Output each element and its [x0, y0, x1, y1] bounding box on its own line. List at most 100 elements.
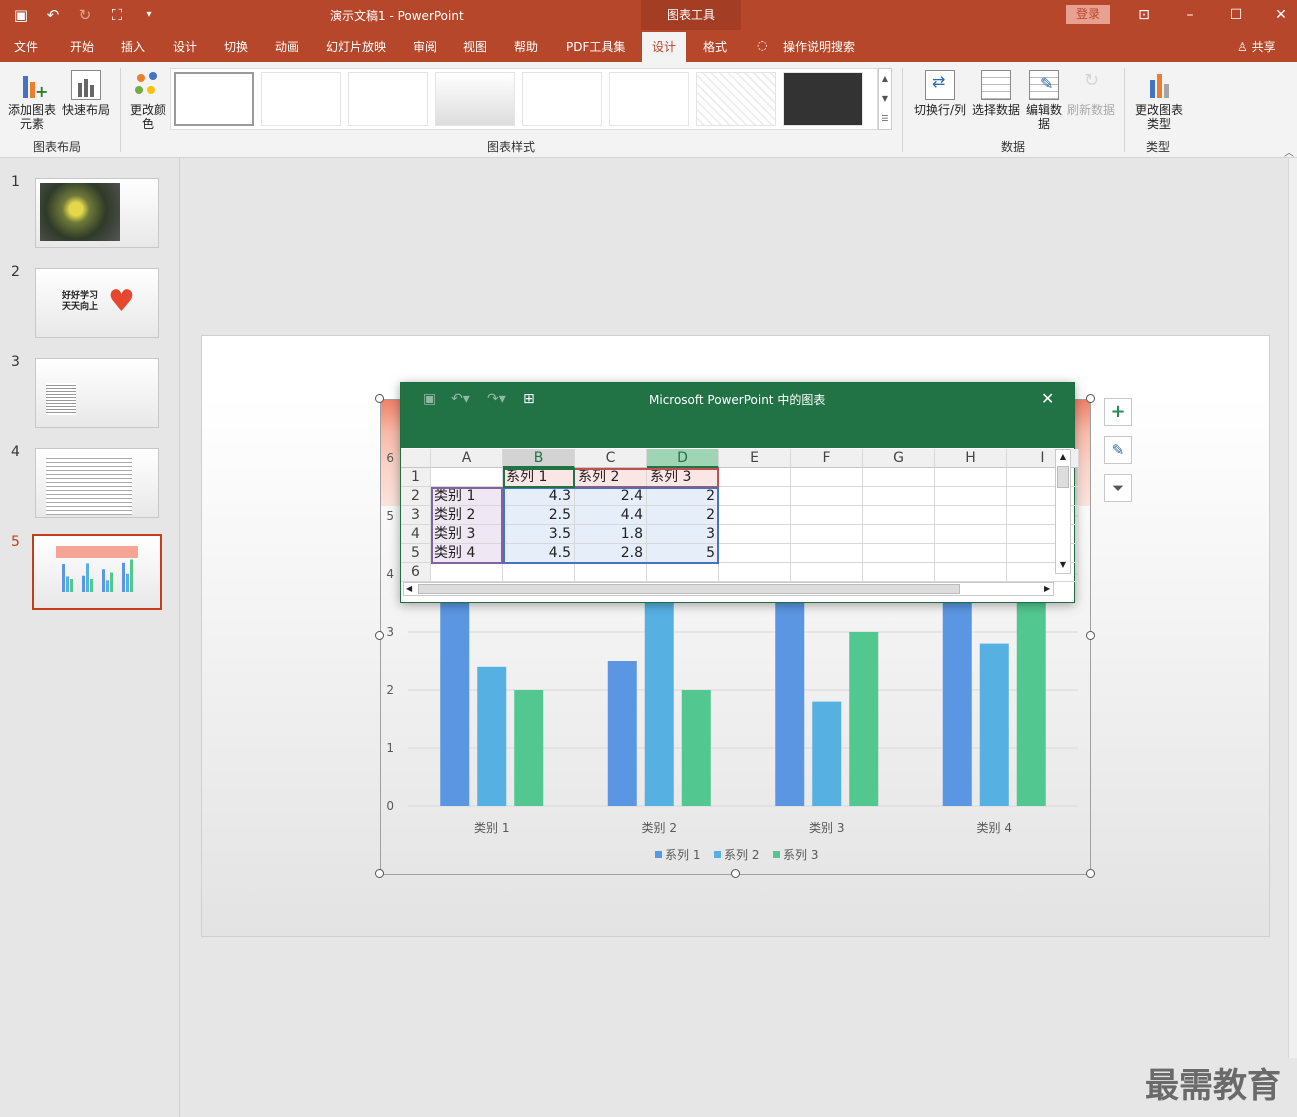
- canvas-vertical-scrollbar[interactable]: [1288, 158, 1297, 1058]
- resize-handle[interactable]: [375, 869, 384, 878]
- slide-thumbnail-2[interactable]: 好好学习 天天向上 ♥: [35, 268, 159, 338]
- grid-cell[interactable]: 3: [647, 525, 719, 544]
- grid-cell[interactable]: 4.4: [575, 506, 647, 525]
- column-header[interactable]: B: [503, 449, 575, 468]
- grid-cell[interactable]: [791, 487, 863, 506]
- add-chart-element-button[interactable]: + 添加图表元素: [6, 70, 58, 131]
- grid-cell[interactable]: [935, 525, 1007, 544]
- sheet-undo-icon[interactable]: ↶▾: [451, 391, 470, 407]
- slide-thumbnail-4[interactable]: [35, 448, 159, 518]
- grid-cell[interactable]: 2.8: [575, 544, 647, 563]
- tab-slideshow[interactable]: 幻灯片放映: [326, 38, 386, 55]
- change-chart-type-button[interactable]: 更改图表类型: [1132, 70, 1186, 131]
- grid-cell[interactable]: [863, 487, 935, 506]
- chart-style-6[interactable]: [609, 72, 689, 126]
- grid-cell[interactable]: [863, 525, 935, 544]
- grid-cell[interactable]: [863, 563, 935, 582]
- grid-cell[interactable]: [431, 563, 503, 582]
- grid-cell[interactable]: 类别 1: [431, 487, 503, 506]
- tab-transitions[interactable]: 切换: [224, 38, 248, 55]
- gallery-down-icon[interactable]: ▼: [879, 89, 891, 109]
- grid-cell[interactable]: 4.5: [503, 544, 575, 563]
- grid-cell[interactable]: [863, 468, 935, 487]
- grid-cell[interactable]: [719, 525, 791, 544]
- chart-elements-plus-icon[interactable]: +: [1104, 398, 1132, 426]
- tab-insert[interactable]: 插入: [121, 38, 145, 55]
- grid-cell[interactable]: [863, 506, 935, 525]
- row-header[interactable]: 4: [401, 525, 431, 544]
- slide-thumbnail-3[interactable]: [35, 358, 159, 428]
- grid-cell[interactable]: [935, 468, 1007, 487]
- redo-icon[interactable]: ↻: [74, 4, 96, 26]
- tab-pdf-tools[interactable]: PDF工具集: [566, 38, 625, 55]
- grid-cell[interactable]: [935, 544, 1007, 563]
- tab-help[interactable]: 帮助: [514, 38, 538, 55]
- chart-style-5[interactable]: [522, 72, 602, 126]
- chart-style-8[interactable]: [783, 72, 863, 126]
- select-data-button[interactable]: 选择数据: [970, 70, 1022, 117]
- change-colors-button[interactable]: 更改颜色: [126, 70, 170, 131]
- row-header[interactable]: 5: [401, 544, 431, 563]
- resize-handle[interactable]: [1086, 869, 1095, 878]
- grid-cell[interactable]: 3.5: [503, 525, 575, 544]
- resize-handle[interactable]: [375, 394, 384, 403]
- grid-cell[interactable]: [503, 563, 575, 582]
- tell-me-search[interactable]: 操作说明搜索: [783, 38, 855, 55]
- grid-cell[interactable]: 类别 3: [431, 525, 503, 544]
- tab-animations[interactable]: 动画: [275, 38, 299, 55]
- gallery-scroll[interactable]: ▲ ▼ ☰: [878, 68, 892, 130]
- resize-handle[interactable]: [1086, 394, 1095, 403]
- chart-style-2[interactable]: [261, 72, 341, 126]
- tab-home[interactable]: 开始: [70, 38, 94, 55]
- grid-cell[interactable]: [935, 487, 1007, 506]
- grid-cell[interactable]: [791, 506, 863, 525]
- tab-chart-format[interactable]: 格式: [703, 38, 727, 55]
- refresh-data-button[interactable]: ↻ 刷新数据: [1064, 70, 1118, 118]
- tab-file[interactable]: 文件: [14, 38, 38, 55]
- select-all-corner[interactable]: [401, 449, 431, 468]
- scroll-thumb[interactable]: [1057, 466, 1069, 488]
- collapse-ribbon-icon[interactable]: ︿: [1284, 144, 1294, 159]
- sheet-close-icon[interactable]: ✕: [1041, 389, 1054, 408]
- grid-cell[interactable]: [719, 487, 791, 506]
- grid-cell[interactable]: [431, 468, 503, 487]
- share-button[interactable]: ♙ 共享: [1237, 38, 1276, 55]
- grid-cell[interactable]: [935, 563, 1007, 582]
- grid-cell[interactable]: 类别 2: [431, 506, 503, 525]
- grid-cell[interactable]: 系列 1: [503, 468, 575, 487]
- tab-chart-design[interactable]: 设计: [642, 32, 687, 62]
- row-header[interactable]: 2: [401, 487, 431, 506]
- column-header[interactable]: C: [575, 449, 647, 468]
- gallery-more-icon[interactable]: ☰: [879, 109, 891, 129]
- undo-icon[interactable]: ↶: [42, 4, 64, 26]
- maximize-icon[interactable]: ☐: [1225, 4, 1247, 26]
- grid-cell[interactable]: 2.4: [575, 487, 647, 506]
- row-header[interactable]: 3: [401, 506, 431, 525]
- sheet-redo-icon[interactable]: ↷▾: [487, 391, 506, 407]
- gallery-up-icon[interactable]: ▲: [879, 69, 891, 89]
- save-icon[interactable]: ▣: [10, 4, 32, 26]
- grid-cell[interactable]: [863, 544, 935, 563]
- row-header[interactable]: 6: [401, 563, 431, 582]
- scroll-up-icon[interactable]: ▲: [1056, 450, 1070, 464]
- column-header[interactable]: A: [431, 449, 503, 468]
- edit-in-excel-icon[interactable]: ⊞: [523, 391, 535, 407]
- chart-filter-icon[interactable]: ⏷: [1104, 474, 1132, 502]
- grid-cell[interactable]: 2.5: [503, 506, 575, 525]
- grid-cell[interactable]: [719, 544, 791, 563]
- sheet-save-icon[interactable]: ▣: [423, 391, 436, 407]
- chart-style-3[interactable]: [348, 72, 428, 126]
- chart-style-4[interactable]: [435, 72, 515, 126]
- grid-cell[interactable]: 系列 2: [575, 468, 647, 487]
- grid-cell[interactable]: 2: [647, 506, 719, 525]
- scroll-right-icon[interactable]: ▶: [1044, 583, 1050, 595]
- resize-handle[interactable]: [375, 631, 384, 640]
- login-button[interactable]: 登录: [1066, 5, 1110, 24]
- grid-cell[interactable]: [791, 468, 863, 487]
- resize-handle[interactable]: [1086, 631, 1095, 640]
- resize-handle[interactable]: [731, 869, 740, 878]
- grid-cell[interactable]: 类别 4: [431, 544, 503, 563]
- grid-cell[interactable]: 2: [647, 487, 719, 506]
- grid-cell[interactable]: [719, 506, 791, 525]
- grid-cell[interactable]: 4.3: [503, 487, 575, 506]
